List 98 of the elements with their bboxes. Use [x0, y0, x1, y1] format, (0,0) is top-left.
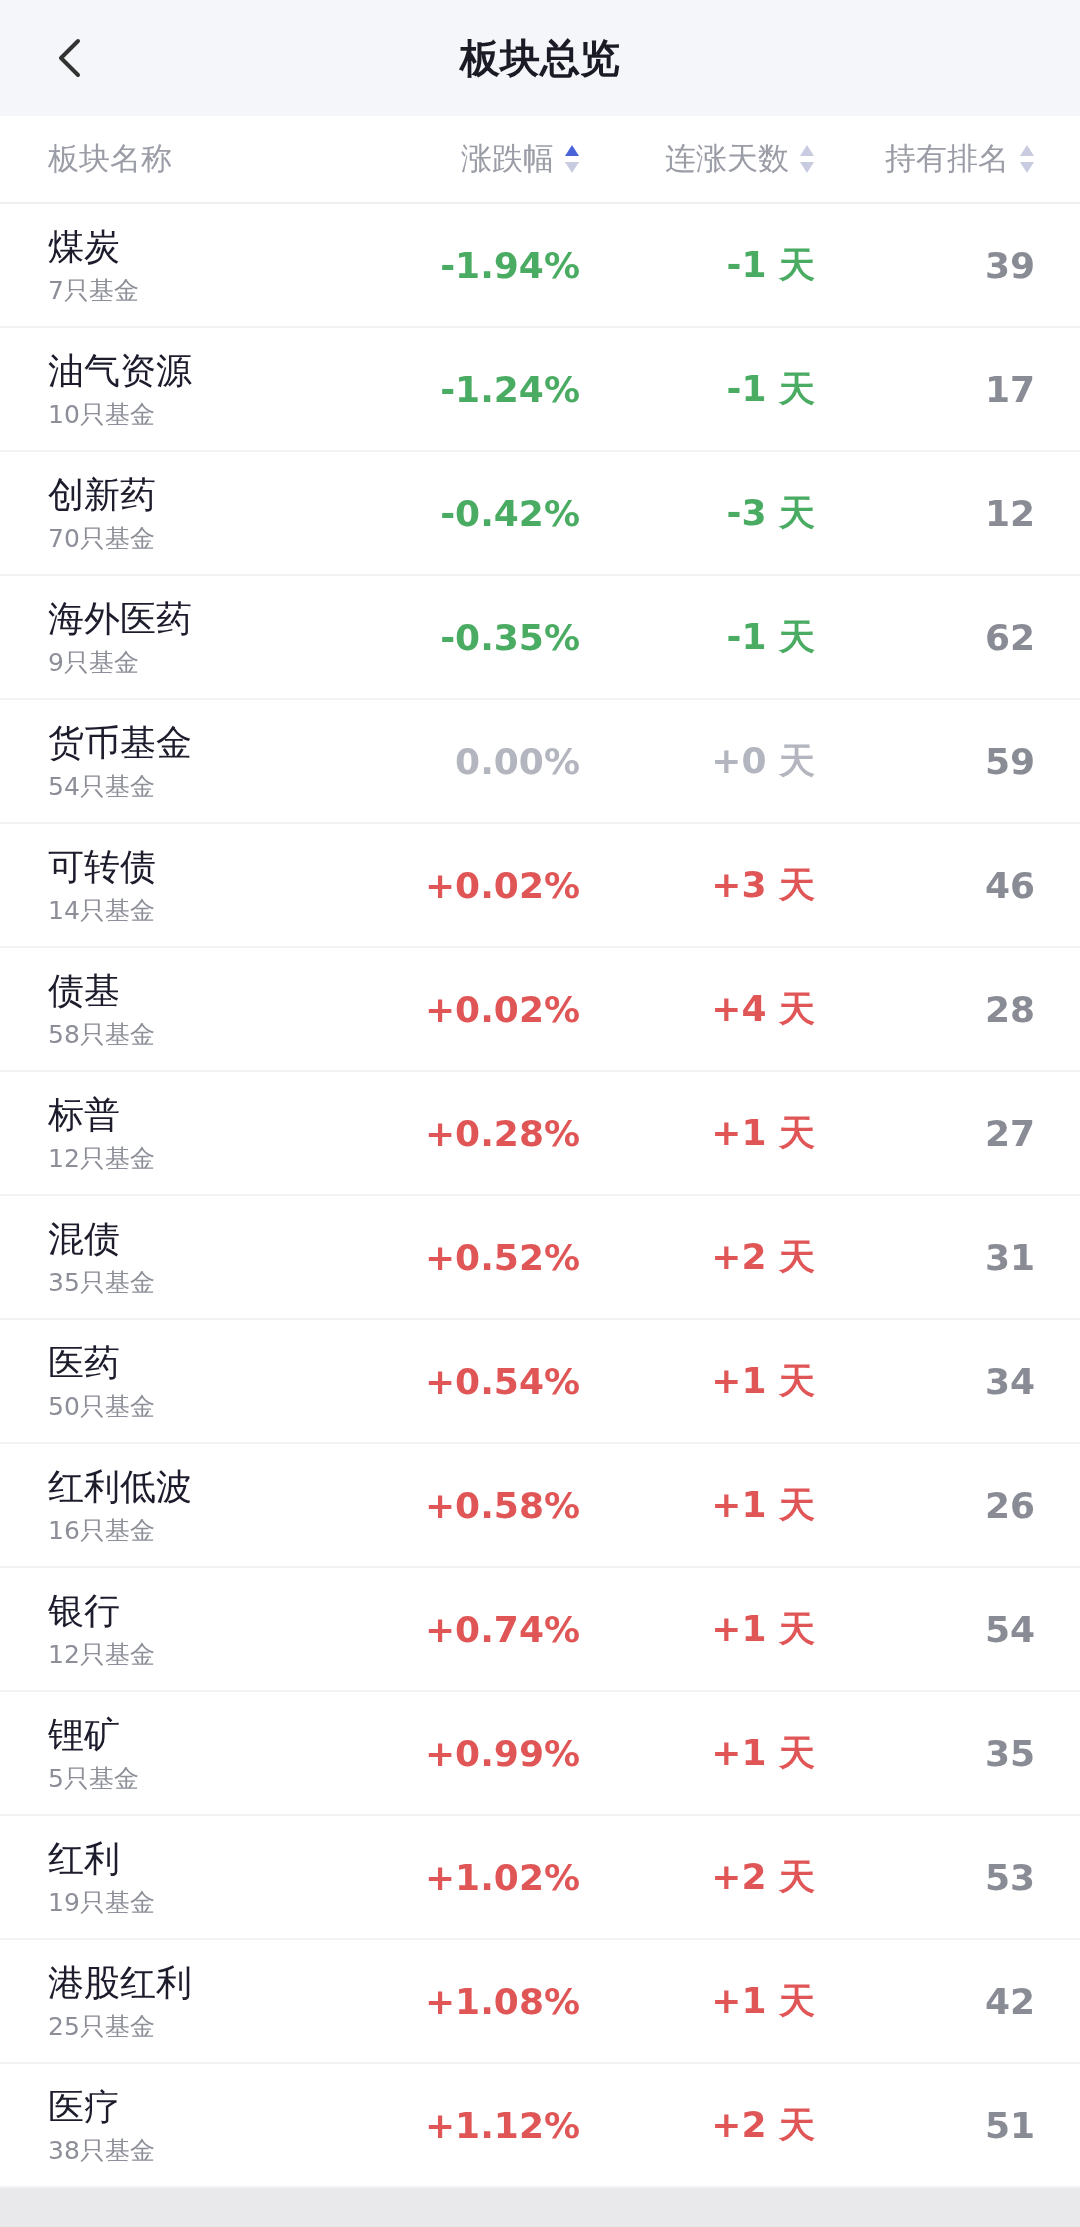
holding-rank: 51 — [984, 2104, 1035, 2146]
change-percent: -1.94% — [440, 244, 580, 286]
streak-days: -1 天 — [726, 364, 815, 414]
sector-row[interactable]: 医药 50只基金 +0.54% +1 天 34 — [0, 1320, 1080, 1444]
sector-row[interactable]: 煤炭 7只基金 -1.94% -1 天 39 — [0, 204, 1080, 328]
holding-rank: 39 — [984, 244, 1035, 286]
change-percent: -0.42% — [440, 492, 580, 534]
streak-days: +1 天 — [711, 1356, 815, 1406]
sector-name: 债基 — [48, 969, 121, 1013]
fund-count: 58只基金 — [48, 1019, 156, 1051]
holding-rank: 59 — [984, 740, 1035, 782]
streak-days: +4 天 — [711, 984, 815, 1034]
holding-rank: 42 — [984, 1980, 1035, 2022]
holding-rank: 17 — [984, 368, 1035, 410]
change-percent: +0.02% — [424, 864, 580, 906]
streak-days: +1 天 — [711, 1108, 815, 1158]
fund-count: 12只基金 — [48, 1639, 156, 1671]
change-percent: +0.58% — [424, 1484, 580, 1526]
sector-name: 可转债 — [48, 845, 157, 889]
fund-count: 16只基金 — [48, 1515, 156, 1547]
sector-name: 红利 — [48, 1837, 121, 1881]
change-percent: -1.24% — [440, 368, 580, 410]
holding-rank: 62 — [984, 616, 1035, 658]
holding-rank: 31 — [984, 1236, 1035, 1278]
sector-name: 银行 — [48, 1589, 121, 1633]
change-percent: +0.52% — [424, 1236, 580, 1278]
sector-row[interactable]: 创新药 70只基金 -0.42% -3 天 12 — [0, 452, 1080, 576]
streak-days: +2 天 — [711, 1852, 815, 1902]
streak-days: +3 天 — [711, 860, 815, 910]
sector-row[interactable]: 标普 12只基金 +0.28% +1 天 27 — [0, 1072, 1080, 1196]
streak-days: +1 天 — [711, 1976, 815, 2026]
change-percent: +1.08% — [424, 1980, 580, 2022]
change-percent: +0.54% — [424, 1360, 580, 1402]
fund-count: 12只基金 — [48, 1143, 156, 1175]
fund-count: 7只基金 — [48, 275, 140, 307]
fund-count: 54只基金 — [48, 771, 156, 803]
change-percent: +0.74% — [424, 1608, 580, 1650]
sector-name: 锂矿 — [48, 1713, 121, 1757]
fund-count: 14只基金 — [48, 895, 156, 927]
change-percent: 0.00% — [455, 740, 580, 782]
fund-count: 70只基金 — [48, 523, 156, 555]
fund-count: 50只基金 — [48, 1391, 156, 1423]
streak-days: +2 天 — [711, 2100, 815, 2150]
holding-rank: 26 — [984, 1484, 1035, 1526]
sector-name: 医疗 — [48, 2085, 121, 2129]
back-icon[interactable] — [56, 38, 82, 78]
sector-row[interactable]: 锂矿 5只基金 +0.99% +1 天 35 — [0, 1692, 1080, 1816]
sector-row[interactable]: 红利低波 16只基金 +0.58% +1 天 26 — [0, 1444, 1080, 1568]
change-percent: +0.99% — [424, 1732, 580, 1774]
sector-row[interactable]: 可转债 14只基金 +0.02% +3 天 46 — [0, 824, 1080, 948]
sector-name: 红利低波 — [48, 1465, 193, 1509]
fund-count: 10只基金 — [48, 399, 156, 431]
streak-days: -3 天 — [726, 488, 815, 538]
sector-row[interactable]: 银行 12只基金 +0.74% +1 天 54 — [0, 1568, 1080, 1692]
change-percent: +1.12% — [424, 2104, 580, 2146]
holding-rank: 12 — [984, 492, 1035, 534]
sector-row[interactable]: 港股红利 25只基金 +1.08% +1 天 42 — [0, 1940, 1080, 2064]
streak-days: -1 天 — [726, 240, 815, 290]
fund-count: 38只基金 — [48, 2135, 156, 2167]
holding-rank: 34 — [984, 1360, 1035, 1402]
sector-name: 油气资源 — [48, 349, 193, 393]
streak-days: -1 天 — [726, 612, 815, 662]
sector-row[interactable]: 债基 58只基金 +0.02% +4 天 28 — [0, 948, 1080, 1072]
streak-days: +0 天 — [711, 736, 815, 786]
fund-count: 35只基金 — [48, 1267, 156, 1299]
sector-row[interactable]: 红利 19只基金 +1.02% +2 天 53 — [0, 1816, 1080, 1940]
holding-rank: 53 — [984, 1856, 1035, 1898]
streak-days: +1 天 — [711, 1728, 815, 1778]
fund-count: 19只基金 — [48, 1887, 156, 1919]
sector-name: 混债 — [48, 1217, 121, 1261]
sector-name: 创新药 — [48, 473, 157, 517]
sector-name: 货币基金 — [48, 721, 193, 765]
sector-row[interactable]: 油气资源 10只基金 -1.24% -1 天 17 — [0, 328, 1080, 452]
streak-days: +1 天 — [711, 1604, 815, 1654]
sector-name: 标普 — [48, 1093, 121, 1137]
sector-name: 煤炭 — [48, 225, 121, 269]
column-header: 板块名称 — [48, 139, 172, 178]
sector-row[interactable]: 混债 35只基金 +0.52% +2 天 31 — [0, 1196, 1080, 1320]
fund-count: 9只基金 — [48, 647, 140, 679]
holding-rank: 27 — [984, 1112, 1035, 1154]
holding-rank: 28 — [984, 988, 1035, 1030]
page-title: 板块总览 — [460, 33, 620, 83]
sector-name: 港股红利 — [48, 1961, 193, 2005]
change-percent: +0.02% — [424, 988, 580, 1030]
streak-days: +2 天 — [711, 1232, 815, 1282]
fund-count: 5只基金 — [48, 1763, 140, 1795]
fund-count: 25只基金 — [48, 2011, 156, 2043]
holding-rank: 54 — [984, 1608, 1035, 1650]
streak-days: +1 天 — [711, 1480, 815, 1530]
holding-rank: 46 — [984, 864, 1035, 906]
sector-name: 医药 — [48, 1341, 121, 1385]
sector-name: 海外医药 — [48, 597, 193, 641]
holding-rank: 35 — [984, 1732, 1035, 1774]
change-percent: -0.35% — [440, 616, 580, 658]
change-percent: +1.02% — [424, 1856, 580, 1898]
change-percent: +0.28% — [424, 1112, 580, 1154]
sector-row[interactable]: 货币基金 54只基金 0.00% +0 天 59 — [0, 700, 1080, 824]
sector-row[interactable]: 海外医药 9只基金 -0.35% -1 天 62 — [0, 576, 1080, 700]
